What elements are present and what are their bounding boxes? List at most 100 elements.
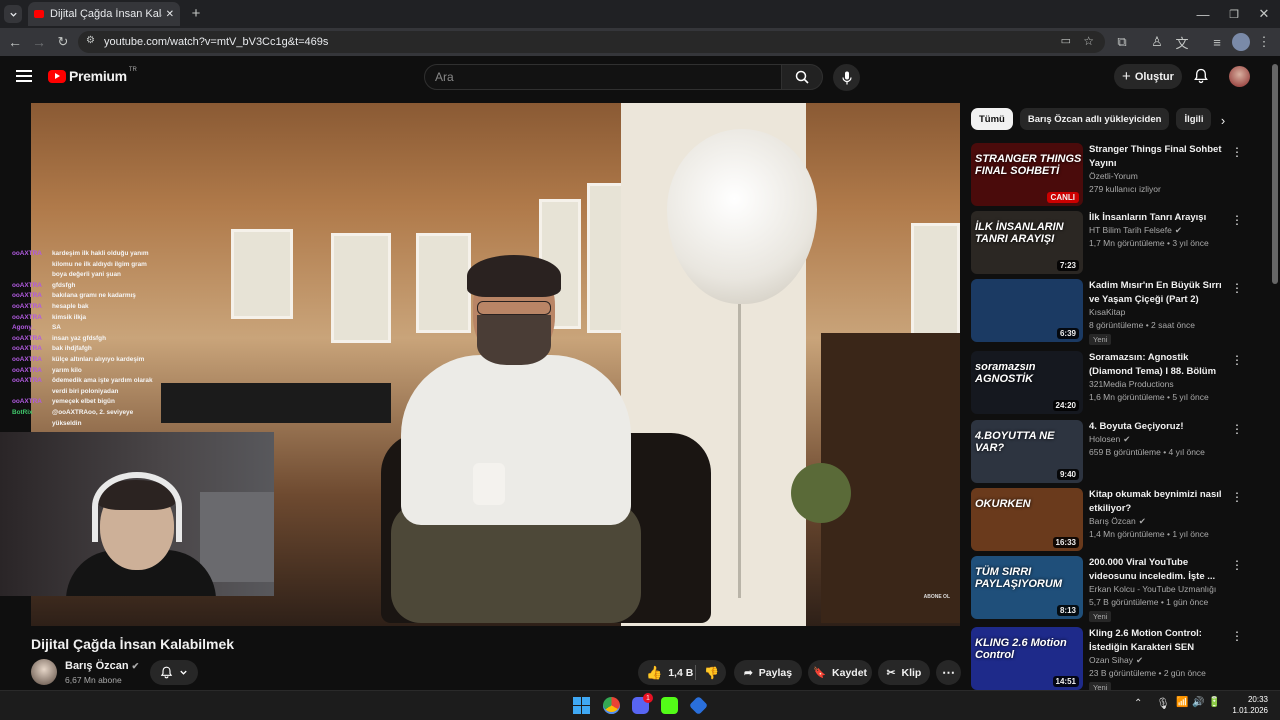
recommendation-item[interactable]: KLING 2.6 Motion Control 14:51 Kling 2.6 M…	[971, 627, 1256, 693]
recommendation-item[interactable]: İLK İNSANLARIN TANRI ARAYIŞI 7:23 İlk İnsa…	[971, 211, 1256, 275]
video-thumbnail[interactable]: 4.BOYUTTA NE VAR? 9:40	[971, 420, 1083, 483]
more-options-icon[interactable]: ⋮	[1231, 422, 1243, 436]
tab-close-icon[interactable]: ✕	[166, 9, 174, 20]
recommendation-title[interactable]: Kadim Mısır'ın En Büyük Sırrı ve Yaşam Ç…	[1089, 279, 1234, 306]
more-options-icon[interactable]: ⋮	[1231, 145, 1243, 159]
windows-start-icon[interactable]	[573, 697, 590, 714]
volume-icon[interactable]: 🔊	[1192, 697, 1204, 708]
more-options-icon[interactable]: ⋮	[1231, 490, 1243, 504]
tray-mic-icon[interactable]: 🎙	[1156, 697, 1170, 710]
recommendation-channel[interactable]: Özetli-Yorum	[1089, 171, 1138, 181]
chat-username: ooAXTRA	[12, 377, 42, 385]
create-button[interactable]: + Oluştur	[1114, 64, 1182, 89]
back-button[interactable]: ←	[6, 33, 24, 51]
youtube-logo[interactable]: Premium TR	[48, 67, 137, 84]
tab-search-button[interactable]	[4, 5, 22, 23]
recommendation-channel[interactable]: HT Bilim Tarih Felsefe ✔	[1089, 225, 1182, 236]
recommendation-title[interactable]: Kitap okumak beynimizi nasıl etkiliyor?	[1089, 488, 1234, 515]
video-thumbnail[interactable]: OKURKEN 16:33	[971, 488, 1083, 551]
hamburger-menu-icon[interactable]	[16, 70, 32, 82]
like-icon[interactable]: 👍	[646, 665, 662, 681]
extension-a-icon[interactable]: ♙	[1148, 33, 1166, 51]
discord-icon[interactable]: 1	[632, 693, 653, 714]
share-button[interactable]: ➦ Paylaş	[734, 660, 802, 685]
new-tab-button[interactable]: +	[188, 5, 204, 22]
page-scrollbar[interactable]	[1272, 64, 1278, 284]
recommendation-title[interactable]: Soramazsın: Agnostik (Diamond Tema) I 88…	[1089, 351, 1234, 378]
clip-button[interactable]: ✂ Klip	[878, 660, 930, 685]
translate-icon[interactable]: 文	[1173, 33, 1191, 51]
recommendation-item[interactable]: soramazsın AGNOSTİK 24:20 Soramazsın: Agno…	[971, 351, 1256, 415]
save-bookmark-icon: 🔖	[812, 667, 827, 679]
recommendation-channel[interactable]: Erkan Kolcu - YouTube Uzmanlığı	[1089, 584, 1216, 594]
recommendation-channel[interactable]: Barış Özcan ✔	[1089, 516, 1146, 527]
close-window-button[interactable]: ✕	[1255, 5, 1273, 23]
recommendation-channel[interactable]: 321Media Productions	[1089, 379, 1174, 389]
video-thumbnail[interactable]: İLK İNSANLARIN TANRI ARAYIŞI 7:23	[971, 211, 1083, 274]
chevron-right-icon[interactable]: ›	[1213, 110, 1233, 130]
verified-icon: ✔	[1123, 434, 1131, 444]
clip-label: Klip	[901, 666, 922, 679]
kick-icon[interactable]	[661, 697, 678, 714]
recommendation-channel[interactable]: Ozan Sihay ✔	[1089, 655, 1143, 666]
recommendation-channel[interactable]: KısaKitap	[1089, 307, 1125, 317]
reading-list-icon[interactable]: ≡	[1208, 33, 1226, 51]
more-actions-button[interactable]: ⋯	[936, 660, 961, 685]
wifi-icon[interactable]: 📶	[1176, 697, 1188, 708]
channel-name[interactable]: Barış Özcan ✔	[65, 660, 139, 672]
profile-avatar[interactable]	[1232, 33, 1250, 51]
extensions-icon[interactable]: ⧉	[1113, 33, 1131, 51]
subscribe-bell-button[interactable]	[150, 660, 198, 685]
video-thumbnail[interactable]: KLING 2.6 Motion Control 14:51	[971, 627, 1083, 690]
video-thumbnail[interactable]: soramazsın AGNOSTİK 24:20	[971, 351, 1083, 414]
recommendation-title[interactable]: İlk İnsanların Tanrı Arayışı	[1089, 211, 1234, 225]
site-info-icon[interactable]: ⚙	[86, 35, 95, 46]
account-avatar[interactable]	[1229, 66, 1250, 87]
address-bar[interactable]: ⚙ youtube.com/watch?v=mtV_bV3Cc1g&t=469s…	[78, 31, 1105, 53]
filter-chip[interactable]: İlgili	[1176, 108, 1212, 130]
bookmark-star-icon[interactable]: ☆	[1083, 34, 1094, 48]
notifications-button[interactable]	[1193, 68, 1209, 84]
reload-button[interactable]: ↻	[54, 33, 72, 51]
tray-chevron-icon[interactable]: ⌃	[1134, 698, 1142, 709]
search-button[interactable]	[781, 64, 823, 90]
more-options-icon[interactable]: ⋮	[1231, 281, 1243, 295]
browser-menu-icon[interactable]: ⋮	[1257, 33, 1271, 51]
recommendation-item[interactable]: OKURKEN 16:33 Kitap okumak beynimizi nasıl…	[971, 488, 1256, 552]
filter-chip[interactable]: Tümü	[971, 108, 1013, 130]
recommendation-item[interactable]: TÜM SIRRI PAYLAŞIYORUM 8:13 200.000 Viral …	[971, 556, 1256, 622]
thumbnail-text: İLK İNSANLARIN TANRI ARAYIŞI	[975, 221, 1064, 245]
more-options-icon[interactable]: ⋮	[1231, 213, 1243, 227]
recommendation-channel[interactable]: Holosen ✔	[1089, 434, 1130, 445]
more-options-icon[interactable]: ⋮	[1231, 629, 1243, 643]
like-count[interactable]: 1,4 B	[668, 667, 693, 679]
search-input[interactable]: Ara	[424, 64, 782, 90]
save-button[interactable]: 🔖 Kaydet	[808, 660, 872, 685]
recommendation-title[interactable]: Stranger Things Final Sohbet Yayını	[1089, 143, 1234, 170]
recommendation-item[interactable]: 4.BOYUTTA NE VAR? 9:40 4. Boyuta Geçiyoruz…	[971, 420, 1256, 484]
filter-chip[interactable]: Barış Özcan adlı yükleyiciden	[1019, 108, 1170, 130]
video-thumbnail[interactable]: 6:39	[971, 279, 1083, 342]
recommendation-title[interactable]: 4. Boyuta Geçiyoruz!	[1089, 420, 1234, 434]
recommendation-title[interactable]: Kling 2.6 Motion Control: İstediğin Kara…	[1089, 627, 1234, 654]
verified-icon: ✔	[1174, 225, 1182, 235]
recommendation-item[interactable]: STRANGER THINGS FINAL SOHBETİ CANLI Strang…	[971, 143, 1256, 207]
system-clock[interactable]: 20:33 1.01.2026	[1230, 694, 1268, 716]
browser-tab-active[interactable]: Dijital Çağda İnsan Kalabilmek ✕	[28, 2, 180, 26]
cast-icon[interactable]: ▭	[1061, 34, 1071, 47]
channel-avatar[interactable]	[31, 659, 57, 685]
battery-icon[interactable]: 🔋	[1208, 697, 1220, 708]
video-thumbnail[interactable]: STRANGER THINGS FINAL SOHBETİ CANLI	[971, 143, 1083, 206]
video-thumbnail[interactable]: TÜM SIRRI PAYLAŞIYORUM 8:13	[971, 556, 1083, 619]
app-icon[interactable]	[688, 695, 709, 716]
recommendation-item[interactable]: 6:39 Kadim Mısır'ın En Büyük Sırrı ve Yaş…	[971, 279, 1256, 345]
more-options-icon[interactable]: ⋮	[1231, 558, 1243, 572]
chrome-icon[interactable]	[603, 697, 620, 714]
voice-search-button[interactable]	[833, 64, 860, 91]
forward-button[interactable]: →	[30, 33, 48, 51]
dislike-icon[interactable]: 👎	[704, 666, 719, 680]
more-options-icon[interactable]: ⋮	[1231, 353, 1243, 367]
minimize-button[interactable]: —	[1194, 5, 1212, 23]
restore-button[interactable]: ❐	[1225, 5, 1243, 23]
recommendation-title[interactable]: 200.000 Viral YouTube videosunu inceledi…	[1089, 556, 1234, 583]
